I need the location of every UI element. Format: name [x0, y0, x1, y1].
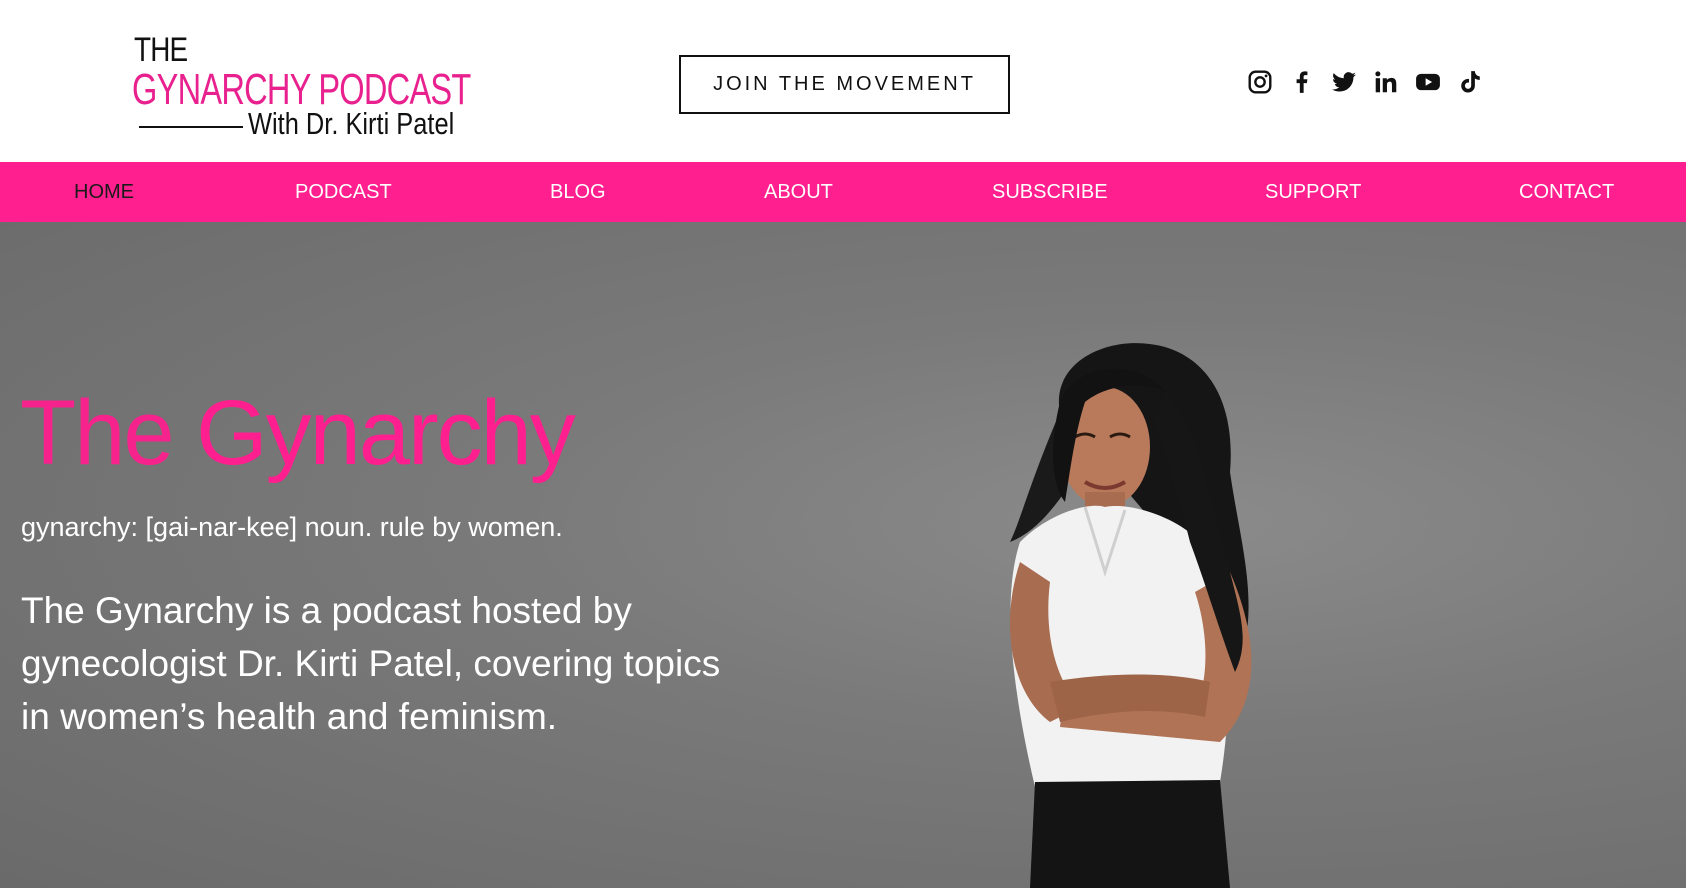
- nav-item-about[interactable]: ABOUT: [764, 162, 833, 222]
- join-the-movement-button[interactable]: JOIN THE MOVEMENT: [679, 55, 1010, 114]
- host-portrait-image: [1010, 343, 1252, 888]
- social-links: [1246, 68, 1484, 96]
- site-header: THE GYNARCHY PODCAST With Dr. Kirti Pate…: [0, 0, 1686, 162]
- hero-definition: gynarchy: [gai-nar-kee] noun. rule by wo…: [21, 512, 563, 542]
- main-nav: HOME PODCAST BLOG ABOUT SUBSCRIBE SUPPOR…: [0, 162, 1686, 222]
- hero-title: The Gynarchy: [20, 387, 576, 479]
- hero-section: The Gynarchy gynarchy: [gai-nar-kee] nou…: [0, 222, 1686, 888]
- nav-item-support[interactable]: SUPPORT: [1265, 162, 1361, 222]
- youtube-icon[interactable]: [1414, 68, 1442, 96]
- twitter-icon[interactable]: [1330, 68, 1358, 96]
- nav-item-blog[interactable]: BLOG: [550, 162, 606, 222]
- nav-item-contact[interactable]: CONTACT: [1519, 162, 1614, 222]
- linkedin-icon[interactable]: [1372, 68, 1400, 96]
- nav-item-home[interactable]: HOME: [74, 162, 134, 222]
- hero-title-gynarchy: Gynarchy: [196, 382, 576, 484]
- facebook-icon[interactable]: [1288, 68, 1316, 96]
- logo-rule: [139, 126, 243, 128]
- logo-subtitle: With Dr. Kirti Patel: [248, 106, 455, 141]
- nav-item-subscribe[interactable]: SUBSCRIBE: [992, 162, 1108, 222]
- site-logo[interactable]: THE GYNARCHY PODCAST With Dr. Kirti Pate…: [130, 30, 471, 145]
- instagram-icon[interactable]: [1246, 68, 1274, 96]
- hero-description: The Gynarchy is a podcast hosted by gyne…: [21, 590, 721, 737]
- tiktok-icon[interactable]: [1456, 68, 1484, 96]
- logo-the: THE: [134, 31, 188, 69]
- nav-item-podcast[interactable]: PODCAST: [295, 162, 392, 222]
- hero-title-the: The: [20, 382, 175, 484]
